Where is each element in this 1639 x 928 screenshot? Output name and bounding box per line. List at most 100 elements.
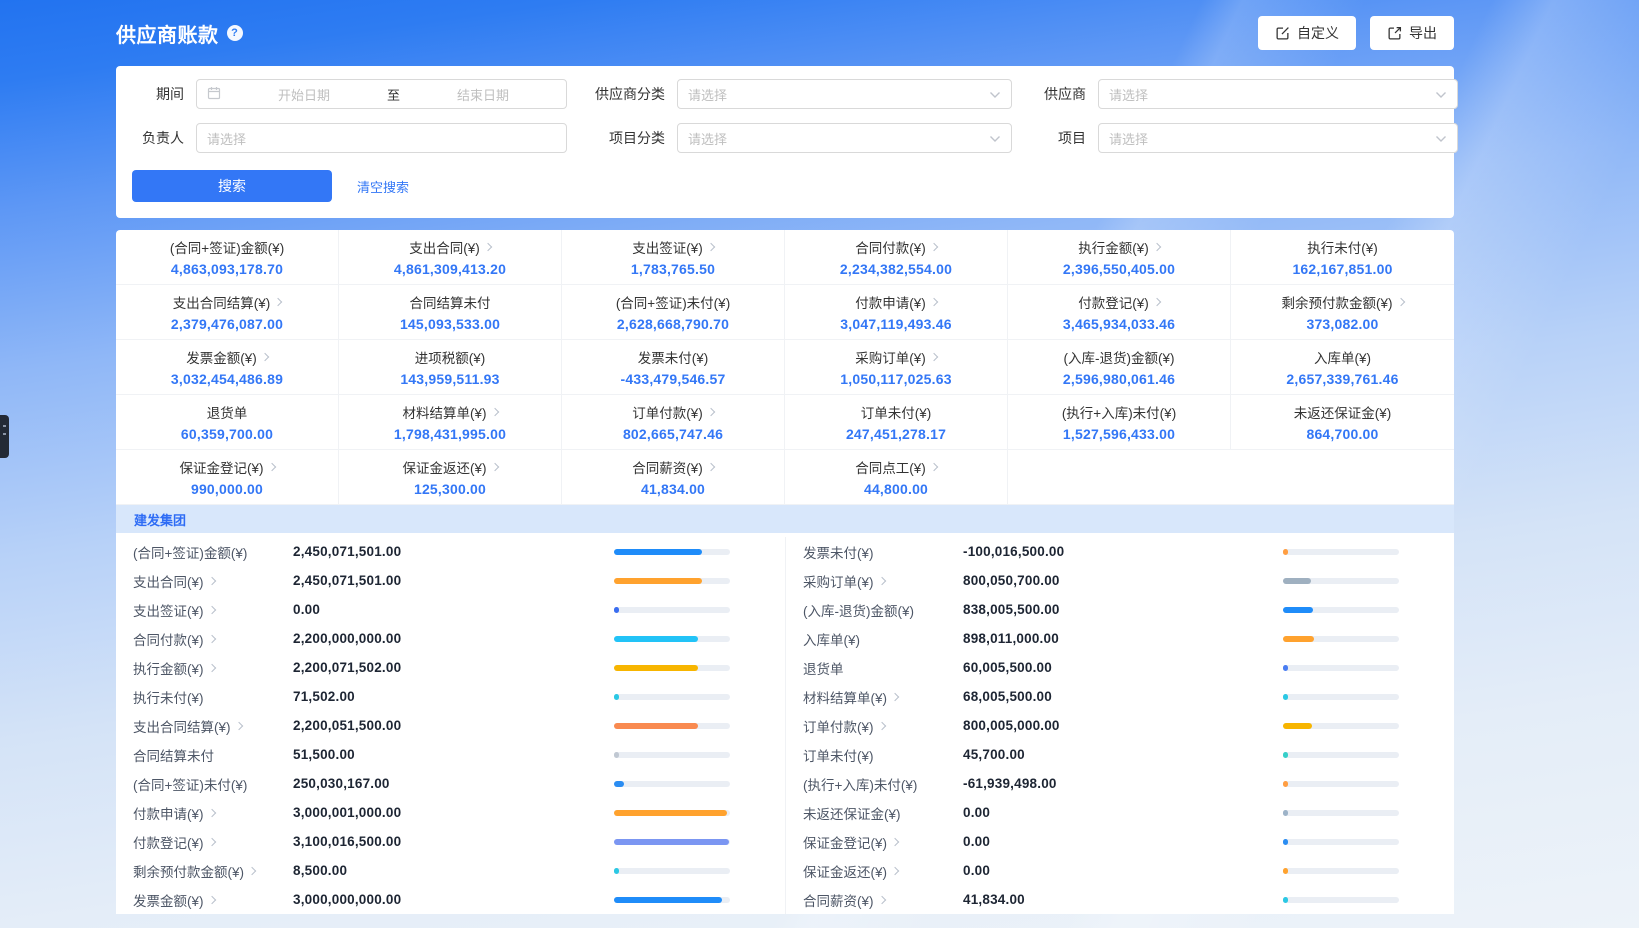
summary-cell[interactable]: 发票未付(¥) -433,479,546.57 [562, 340, 785, 395]
summary-cell-value: 3,047,119,493.46 [840, 316, 951, 332]
summary-cell-value: 4,863,093,178.70 [171, 261, 283, 277]
summary-cell-label: 合同付款(¥) [855, 237, 937, 257]
metric-label[interactable]: 付款登记(¥) [133, 832, 293, 852]
summary-cell[interactable]: 付款申请(¥) 3,047,119,493.46 [785, 285, 1008, 340]
summary-cell[interactable]: 剩余预付款金额(¥) 373,082.00 [1231, 285, 1454, 340]
metric-label[interactable]: 合同结算未付 [133, 745, 293, 765]
metric-label[interactable]: 剩余预付款金额(¥) [133, 861, 293, 881]
summary-cell-value: 60,359,700.00 [181, 426, 273, 442]
metric-label[interactable]: 执行未付(¥) [133, 687, 293, 707]
summary-cell[interactable]: 发票金额(¥) 3,032,454,486.89 [116, 340, 339, 395]
summary-cell-value: 2,234,382,554.00 [840, 261, 952, 277]
metric-progress-fill [1283, 549, 1288, 555]
supplier-category-select[interactable]: 请选择 [677, 79, 1012, 109]
metric-label[interactable]: 入库单(¥) [803, 629, 963, 649]
company-metric-row: 付款登记(¥) 3,100,016,500.00 [116, 827, 785, 856]
summary-cell[interactable]: 支出合同结算(¥) 2,379,476,087.00 [116, 285, 339, 340]
summary-cell[interactable]: 付款登记(¥) 3,465,934,033.46 [1008, 285, 1231, 340]
collapsed-drawer-handle[interactable] [0, 415, 9, 458]
summary-cell[interactable]: (执行+入库)未付(¥) 1,527,596,433.00 [1008, 395, 1231, 450]
help-icon[interactable]: ? [227, 25, 243, 41]
summary-cell[interactable]: 订单未付(¥) 247,451,278.17 [785, 395, 1008, 450]
chevron-right-icon [1396, 298, 1404, 306]
export-button[interactable]: 导出 [1370, 16, 1454, 50]
metric-label[interactable]: 付款申请(¥) [133, 803, 293, 823]
summary-cell[interactable]: 材料结算单(¥) 1,798,431,995.00 [339, 395, 562, 450]
metric-label[interactable]: 发票未付(¥) [803, 542, 963, 562]
summary-cell-label: 支出签证(¥) [632, 237, 714, 257]
customize-button[interactable]: 自定义 [1258, 16, 1356, 50]
summary-cell[interactable]: 支出签证(¥) 1,783,765.50 [562, 230, 785, 285]
summary-cell[interactable]: (合同+签证)未付(¥) 2,628,668,790.70 [562, 285, 785, 340]
summary-cell[interactable]: 进项税额(¥) 143,959,511.93 [339, 340, 562, 395]
owner-input[interactable]: 请选择 [196, 123, 567, 153]
chevron-right-icon [207, 837, 215, 845]
metric-label[interactable]: (合同+签证)金额(¥) [133, 542, 293, 562]
metric-label[interactable]: (入库-退货)金额(¥) [803, 600, 963, 620]
summary-cell[interactable]: 合同点工(¥) 44,800.00 [785, 450, 1008, 505]
summary-cell-value: 247,451,278.17 [846, 426, 946, 442]
metric-progress-fill [614, 752, 619, 758]
metric-label[interactable]: (执行+入库)未付(¥) [803, 774, 963, 794]
summary-cell[interactable]: 采购订单(¥) 1,050,117,025.63 [785, 340, 1008, 395]
summary-cell[interactable]: 合同付款(¥) 2,234,382,554.00 [785, 230, 1008, 285]
chevron-right-icon [207, 663, 215, 671]
metric-label[interactable]: 支出签证(¥) [133, 600, 293, 620]
metric-label[interactable]: 支出合同结算(¥) [133, 716, 293, 736]
metric-label[interactable]: 退货单 [803, 658, 963, 678]
metric-label[interactable]: 合同付款(¥) [133, 629, 293, 649]
metric-label[interactable]: 订单付款(¥) [803, 716, 963, 736]
summary-cell-label: 发票未付(¥) [638, 347, 709, 367]
summary-cell[interactable]: 合同薪资(¥) 41,834.00 [562, 450, 785, 505]
metric-label[interactable]: 订单未付(¥) [803, 745, 963, 765]
company-metric-row: 订单付款(¥) 800,005,000.00 [786, 711, 1454, 740]
company-metric-row: (合同+签证)金额(¥) 2,450,071,501.00 [116, 537, 785, 566]
metric-label[interactable]: 材料结算单(¥) [803, 687, 963, 707]
summary-cell[interactable]: 支出合同(¥) 4,861,309,413.20 [339, 230, 562, 285]
search-button[interactable]: 搜索 [132, 170, 332, 202]
metric-label[interactable]: 采购订单(¥) [803, 571, 963, 591]
metric-label[interactable]: (合同+签证)未付(¥) [133, 774, 293, 794]
metric-label[interactable]: 未返还保证金(¥) [803, 803, 963, 823]
project-category-select[interactable]: 请选择 [677, 123, 1012, 153]
metric-label[interactable]: 合同薪资(¥) [803, 890, 963, 910]
metric-progress-fill [1283, 839, 1288, 845]
metric-label[interactable]: 发票金额(¥) [133, 890, 293, 910]
metric-value: 2,200,071,502.00 [293, 660, 401, 675]
metric-value: 0.00 [293, 602, 320, 617]
company-metric-row: 合同薪资(¥) 41,834.00 [786, 885, 1454, 914]
metric-label[interactable]: 执行金额(¥) [133, 658, 293, 678]
metric-progress-bar [1283, 694, 1399, 700]
clear-search-link[interactable]: 清空搜索 [357, 177, 409, 196]
summary-cell[interactable]: (入库-退货)金额(¥) 2,596,980,061.46 [1008, 340, 1231, 395]
summary-cell[interactable]: 退货单 60,359,700.00 [116, 395, 339, 450]
summary-cell-value: 2,379,476,087.00 [171, 316, 283, 332]
summary-cell[interactable]: 合同结算未付 145,093,533.00 [339, 285, 562, 340]
metric-label[interactable]: 保证金登记(¥) [803, 832, 963, 852]
metric-label[interactable]: 保证金返还(¥) [803, 861, 963, 881]
summary-cell[interactable]: 执行金额(¥) 2,396,550,405.00 [1008, 230, 1231, 285]
chevron-right-icon [234, 721, 242, 729]
metric-value: 0.00 [963, 805, 990, 820]
metric-value: 2,200,051,500.00 [293, 718, 401, 733]
summary-cell[interactable]: 订单付款(¥) 802,665,747.46 [562, 395, 785, 450]
company-name-link[interactable]: 建发集团 [134, 510, 186, 529]
chevron-right-icon [207, 895, 215, 903]
metric-progress-bar [1283, 839, 1399, 845]
date-range-input[interactable]: 开始日期 至 结束日期 [196, 79, 567, 109]
edit-icon [1275, 26, 1290, 41]
supplier-select[interactable]: 请选择 [1098, 79, 1458, 109]
metric-progress-bar [614, 810, 730, 816]
summary-cell[interactable]: (合同+签证)金额(¥) 4,863,093,178.70 [116, 230, 339, 285]
project-select[interactable]: 请选择 [1098, 123, 1458, 153]
metric-label[interactable]: 支出合同(¥) [133, 571, 293, 591]
summary-cell[interactable]: 保证金登记(¥) 990,000.00 [116, 450, 339, 505]
summary-cell[interactable]: 保证金返还(¥) 125,300.00 [339, 450, 562, 505]
chevron-right-icon [207, 634, 215, 642]
summary-cell[interactable]: 执行未付(¥) 162,167,851.00 [1231, 230, 1454, 285]
summary-cell[interactable]: 入库单(¥) 2,657,339,761.46 [1231, 340, 1454, 395]
metric-progress-fill [1283, 810, 1288, 816]
metric-progress-bar [614, 752, 730, 758]
summary-cell[interactable]: 未返还保证金(¥) 864,700.00 [1231, 395, 1454, 450]
metric-progress-bar [1283, 752, 1399, 758]
